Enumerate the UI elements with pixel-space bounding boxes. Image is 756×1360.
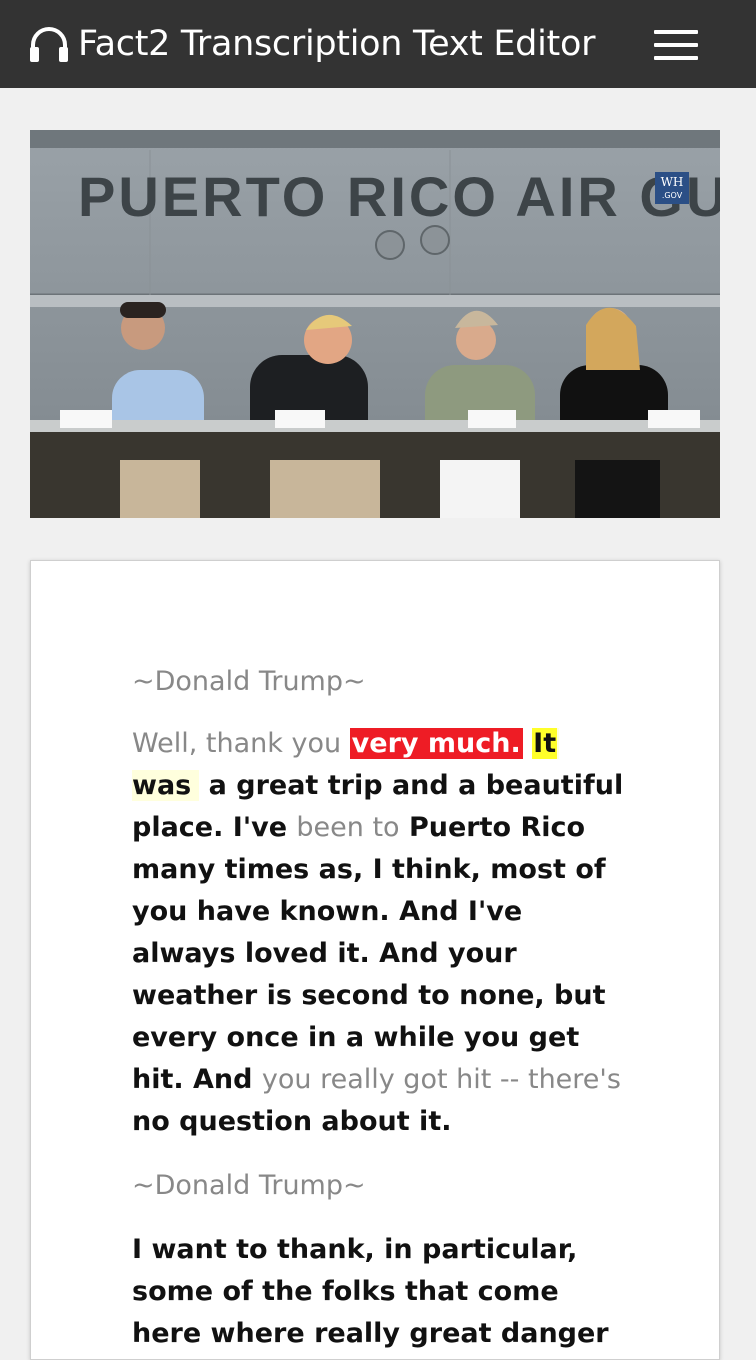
- watermark-bottom-text: .GOV: [662, 191, 683, 200]
- transcript-word-unread[interactable]: Well, thank you: [132, 728, 350, 759]
- hamburger-menu-icon[interactable]: [652, 28, 700, 62]
- transcript-word[interactable]: [523, 728, 532, 759]
- watermark-top-text: WH: [661, 175, 684, 189]
- transcript-word[interactable]: Puerto Rico many times as, I think, most…: [132, 812, 606, 1095]
- transcript-word[interactable]: no question about it.: [132, 1106, 451, 1137]
- transcript-paragraph[interactable]: Well, thank you very much. It was a grea…: [132, 723, 632, 1143]
- video-player[interactable]: PUERTO RICO AIR GUAR WH .GOV: [30, 130, 720, 518]
- next-word-highlight[interactable]: It: [532, 728, 558, 759]
- speaker-label: ~Donald Trump~: [132, 1170, 366, 1201]
- transcript-word-unread[interactable]: you really got hit -- there's: [262, 1064, 621, 1095]
- hangar-sign: PUERTO RICO AIR GUAR: [78, 165, 720, 228]
- app-title: Fact2 Transcription Text Editor: [78, 24, 596, 64]
- transcript-text[interactable]: ~Donald Trump~ Well, thank you very much.…: [132, 661, 632, 1355]
- video-frame: PUERTO RICO AIR GUAR WH .GOV: [30, 130, 720, 518]
- transcript-word-unread[interactable]: been to: [296, 812, 399, 843]
- transcript-word[interactable]: I want to thank, in particular, some of …: [132, 1234, 609, 1349]
- top-navbar: Fact2 Transcription Text Editor: [0, 0, 756, 88]
- speaker-label: ~Donald Trump~: [132, 666, 366, 697]
- transcript-paragraph[interactable]: I want to thank, in particular, some of …: [132, 1229, 632, 1355]
- transcript-editor[interactable]: ~Donald Trump~ Well, thank you very much.…: [30, 560, 720, 1360]
- headphones-icon: [30, 27, 68, 62]
- current-word-highlight[interactable]: very much.: [349, 728, 523, 759]
